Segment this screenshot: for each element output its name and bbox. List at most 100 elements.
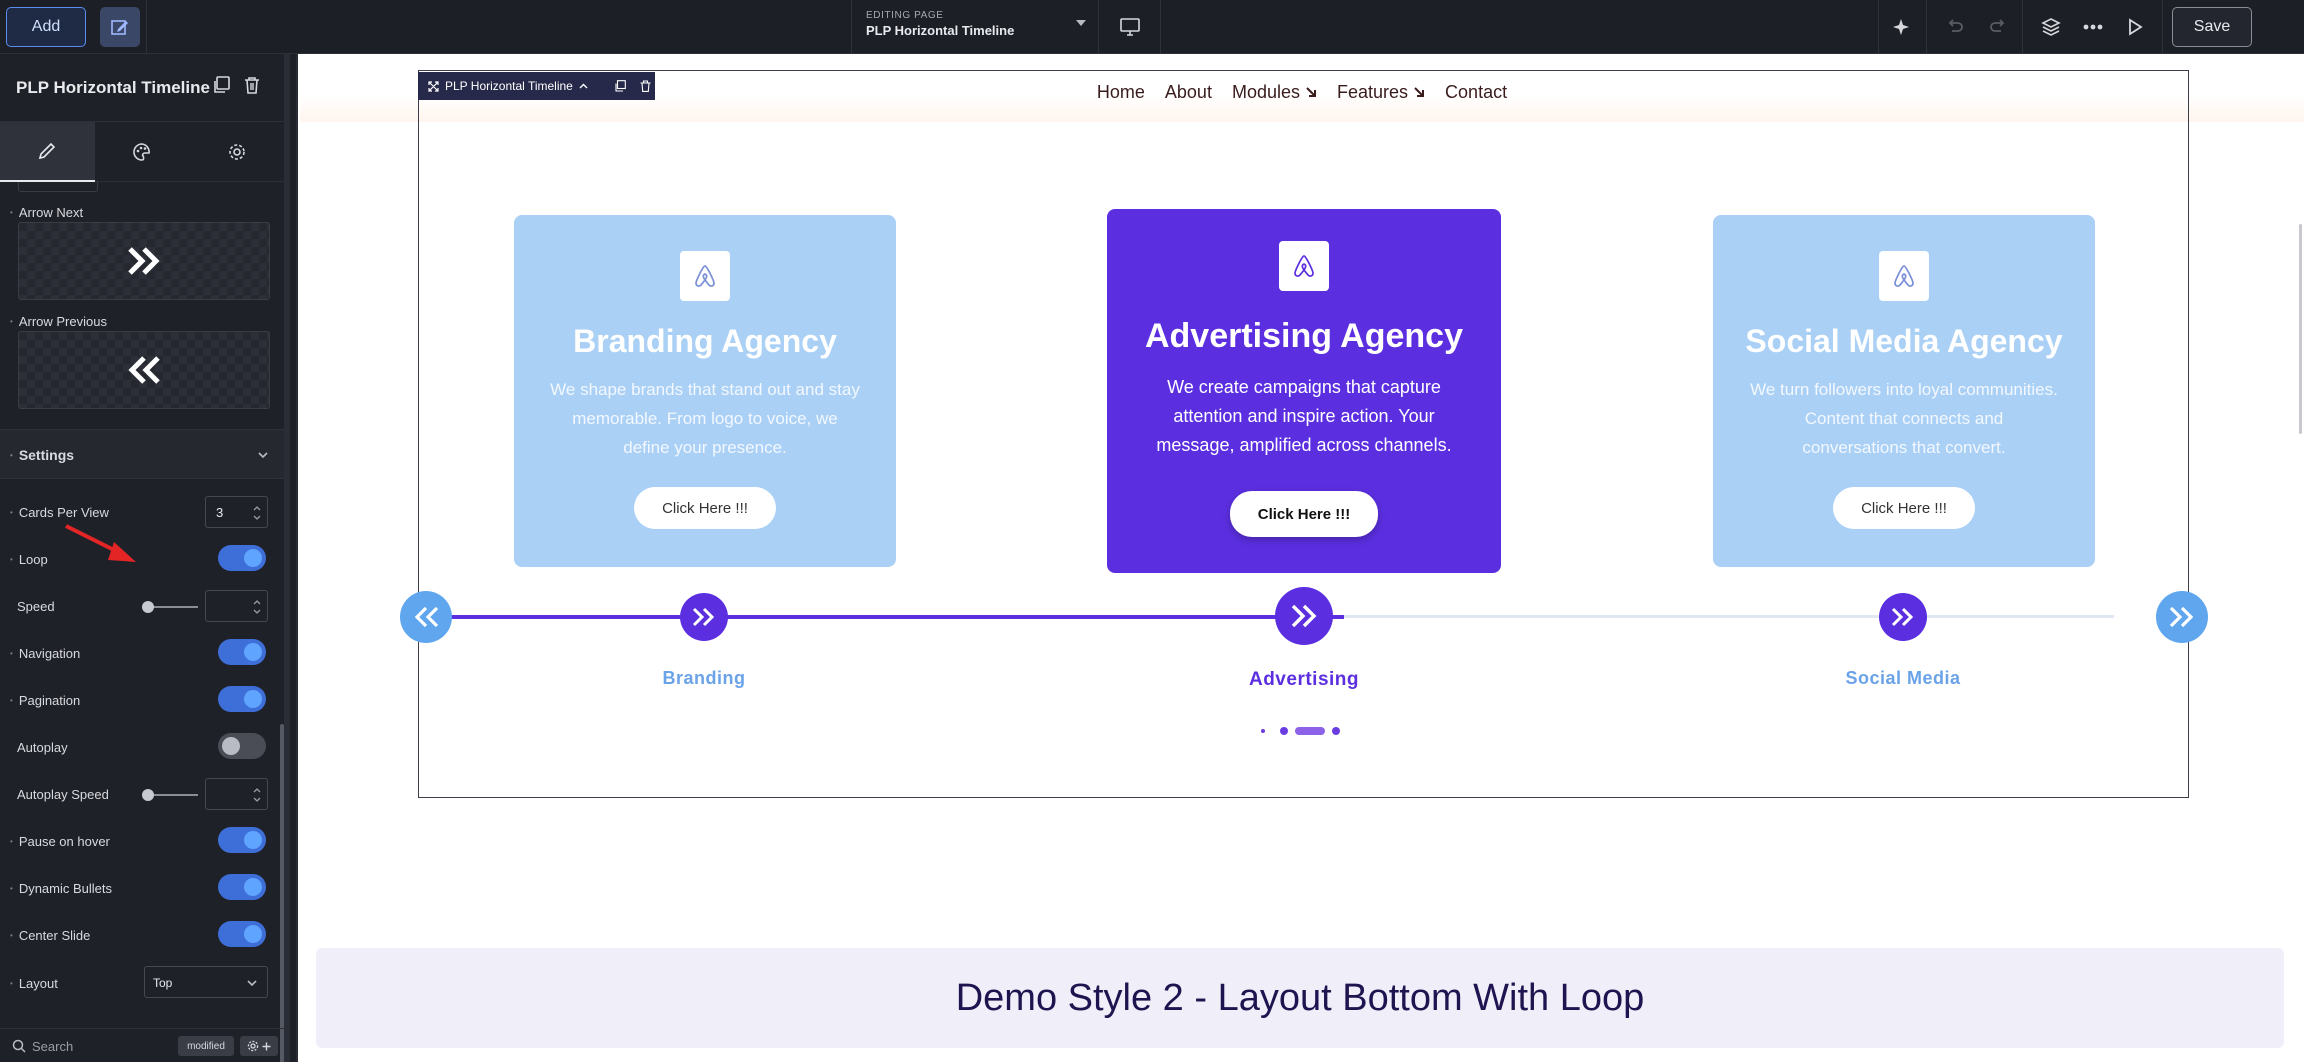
undo-button[interactable] bbox=[1942, 14, 1968, 40]
trash-icon[interactable] bbox=[640, 80, 651, 92]
palette-icon bbox=[133, 143, 150, 161]
card-cta-button[interactable]: Click Here !!! bbox=[1833, 487, 1975, 529]
autoplay-toggle[interactable] bbox=[218, 733, 266, 759]
copy-icon bbox=[214, 76, 230, 93]
pagination-bullet[interactable] bbox=[1261, 729, 1265, 733]
center-slide-label: Center Slide bbox=[10, 928, 91, 943]
speed-label: Speed bbox=[17, 599, 55, 614]
delete-button[interactable] bbox=[244, 76, 266, 98]
pencil-icon bbox=[39, 142, 56, 160]
chevron-down-icon bbox=[247, 980, 257, 987]
card-social-media[interactable]: Social Media Agency We turn followers in… bbox=[1713, 215, 2095, 567]
copy-icon[interactable] bbox=[614, 80, 626, 92]
element-toolbar[interactable]: PLP Horizontal Timeline bbox=[418, 72, 655, 100]
pagination-toggle[interactable] bbox=[218, 686, 266, 712]
timeline-prev-arrow[interactable] bbox=[400, 591, 452, 643]
global-settings-button[interactable] bbox=[240, 1036, 278, 1056]
chevron-up-icon[interactable] bbox=[579, 83, 588, 90]
loop-label: Loop bbox=[10, 552, 48, 567]
layout-value: Top bbox=[153, 976, 173, 990]
arrow-next-picker[interactable] bbox=[18, 222, 270, 300]
layers-button[interactable] bbox=[2038, 14, 2064, 40]
divider bbox=[2162, 0, 2163, 54]
redo-button[interactable] bbox=[1985, 14, 2011, 40]
ai-assistant-button[interactable] bbox=[1888, 14, 1914, 40]
stepper-icon[interactable] bbox=[253, 785, 261, 805]
double-chevron-right-icon bbox=[692, 607, 715, 627]
stepper-icon[interactable] bbox=[253, 503, 261, 523]
arrow-next-label: Arrow Next bbox=[10, 205, 83, 220]
autoplay-label: Autoplay bbox=[17, 740, 68, 755]
edit-mode-button[interactable] bbox=[100, 7, 140, 47]
add-button[interactable]: Add bbox=[6, 7, 86, 47]
modified-badge[interactable]: modified bbox=[178, 1036, 234, 1056]
tab-content[interactable] bbox=[0, 122, 95, 182]
collapsed-field bbox=[18, 182, 98, 192]
save-button[interactable]: Save bbox=[2172, 7, 2252, 47]
element-title: PLP Horizontal Timeline bbox=[16, 77, 210, 97]
cards-per-view-input[interactable]: 3 bbox=[205, 496, 268, 528]
stepper-icon[interactable] bbox=[253, 597, 261, 617]
search-input[interactable]: Search bbox=[32, 1039, 73, 1054]
card-text-line: message, amplified across channels. bbox=[1156, 435, 1452, 455]
autoplay-speed-input[interactable] bbox=[205, 778, 268, 810]
arrow-previous-picker[interactable] bbox=[18, 331, 270, 409]
preview-button[interactable] bbox=[2122, 14, 2148, 40]
timeline-node-advertising[interactable] bbox=[1275, 587, 1333, 645]
divider bbox=[1878, 0, 1879, 54]
timeline-node-social-media[interactable] bbox=[1879, 593, 1927, 641]
element-toolbar-label: PLP Horizontal Timeline bbox=[445, 79, 573, 93]
card-advertising[interactable]: Advertising Agency We create campaigns t… bbox=[1107, 209, 1501, 573]
dynamic-bullets-toggle[interactable] bbox=[218, 874, 266, 900]
desktop-view-button[interactable] bbox=[1117, 14, 1143, 40]
card-text-line: We create campaigns that capture bbox=[1167, 377, 1441, 397]
navigation-label: Navigation bbox=[10, 646, 80, 661]
airbnb-logo-icon bbox=[695, 265, 715, 287]
card-text-line: Content that connects and bbox=[1804, 409, 2004, 428]
card-cta-button[interactable]: Click Here !!! bbox=[634, 487, 776, 529]
loop-toggle[interactable] bbox=[218, 545, 266, 571]
cards-per-view-label: Cards Per View bbox=[10, 505, 109, 520]
pause-on-hover-toggle[interactable] bbox=[218, 827, 266, 853]
pagination-bullet[interactable] bbox=[1332, 727, 1340, 735]
card-text-line: conversations that convert. bbox=[1802, 438, 2006, 457]
center-slide-toggle[interactable] bbox=[218, 921, 266, 947]
timeline-next-arrow[interactable] bbox=[2156, 591, 2208, 643]
tab-advanced[interactable] bbox=[189, 122, 284, 182]
card-cta-button[interactable]: Click Here !!! bbox=[1230, 491, 1378, 537]
autoplay-speed-slider[interactable] bbox=[142, 789, 198, 801]
pagination-label: Pagination bbox=[10, 693, 80, 708]
sidebar-scrollbar[interactable] bbox=[280, 724, 284, 1062]
pagination-bullet-active[interactable] bbox=[1295, 727, 1325, 735]
card-text-line: memorable. From logo to voice, we bbox=[572, 409, 838, 428]
divider bbox=[1160, 0, 1161, 54]
timeline-node-branding[interactable] bbox=[680, 593, 728, 641]
move-icon[interactable] bbox=[428, 80, 439, 92]
page-canvas: Home About Modules Features Contact PLP … bbox=[296, 54, 2304, 1062]
navigation-toggle[interactable] bbox=[218, 639, 266, 665]
layout-select[interactable]: Top bbox=[144, 966, 268, 998]
settings-section-title: Settings bbox=[10, 447, 74, 463]
more-button[interactable] bbox=[2080, 14, 2106, 40]
pagination-bullet[interactable] bbox=[1280, 727, 1288, 735]
airbnb-logo-icon bbox=[1894, 265, 1914, 287]
speed-input[interactable] bbox=[205, 590, 268, 622]
card-text-line: attention and inspire action. Your bbox=[1173, 406, 1435, 426]
speed-slider[interactable] bbox=[142, 601, 198, 613]
sidebar-header: PLP Horizontal Timeline bbox=[0, 54, 284, 122]
tab-style[interactable] bbox=[95, 122, 190, 182]
layers-icon bbox=[2041, 18, 2061, 36]
card-logo bbox=[1279, 241, 1329, 291]
canvas-scrollbar[interactable] bbox=[2299, 224, 2302, 434]
settings-section-header[interactable]: Settings bbox=[0, 429, 284, 479]
card-text: We shape brands that stand out and stay … bbox=[514, 375, 896, 462]
page-builder: { "topbar": { "add_label": "Add", "editi… bbox=[0, 0, 2304, 1062]
card-title: Social Media Agency bbox=[1745, 323, 2063, 359]
double-chevron-right-icon bbox=[2169, 606, 2194, 628]
pause-on-hover-label: Pause on hover bbox=[10, 834, 110, 849]
duplicate-button[interactable] bbox=[212, 76, 234, 98]
card-branding[interactable]: Branding Agency We shape brands that sta… bbox=[514, 215, 896, 567]
arrow-previous-label: Arrow Previous bbox=[10, 314, 107, 329]
page-selector[interactable]: EDITING PAGE PLP Horizontal Timeline bbox=[852, 0, 1098, 54]
cards-per-view-value: 3 bbox=[216, 505, 224, 520]
